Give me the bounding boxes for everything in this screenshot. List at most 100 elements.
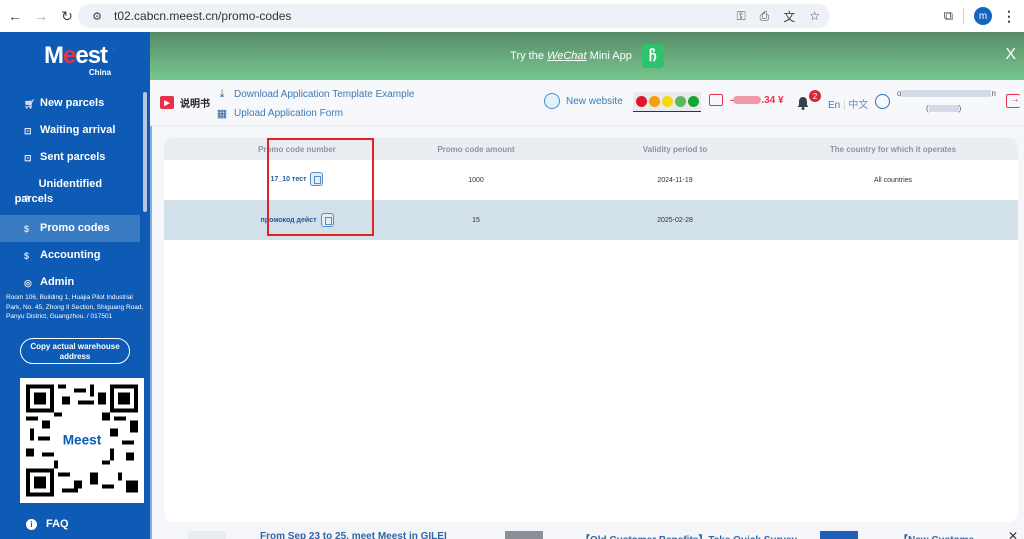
- promo-codes-card: Promo code number Promo code amount Vali…: [164, 138, 1018, 522]
- news-thumbnail: [188, 531, 226, 539]
- manual-link[interactable]: ▶ 说明书: [160, 95, 210, 110]
- content-edge: [150, 80, 152, 539]
- sidebar-item-unidentified-parcels[interactable]: ? Unidentified parcels: [0, 171, 140, 215]
- status-dot: [635, 96, 647, 107]
- site-info-icon[interactable]: ⚙: [86, 10, 108, 23]
- logout-icon[interactable]: →: [1006, 94, 1020, 108]
- translate-icon[interactable]: 文: [783, 8, 795, 25]
- user-icon[interactable]: [875, 94, 890, 109]
- sidebar-item-waiting-arrival[interactable]: ⊡ Waiting arrival: [0, 117, 140, 144]
- cell-blank: [164, 160, 224, 200]
- balance-redacted: [733, 96, 762, 105]
- column-header-validity: Validity period to: [582, 138, 768, 160]
- lang-zh[interactable]: 中文: [848, 100, 868, 111]
- sidebar-item-promo-codes[interactable]: $ Promo codes: [0, 215, 140, 242]
- user-circle-icon: ◎: [24, 278, 32, 288]
- language-switch[interactable]: En | 中文: [828, 96, 868, 111]
- news-item[interactable]: From Sep 23 to 25, meet Meest in GILEI: [260, 531, 447, 539]
- table-row: промокод дейст 15 2025-02-28: [164, 200, 1018, 240]
- sidebar-item-label: New parcels: [40, 97, 105, 109]
- download-template-link[interactable]: ⤓ Download Application Template Example: [216, 85, 415, 104]
- bookmark-star-icon[interactable]: ☆: [809, 9, 820, 23]
- browser-menu-icon[interactable]: ⋮: [1002, 8, 1016, 25]
- sidebar-item-admin[interactable]: ◎ Admin: [0, 269, 140, 296]
- sidebar-scrollbar[interactable]: [143, 92, 147, 212]
- cell-code: промокод дейст: [224, 200, 370, 240]
- dollar-circle-icon: $: [24, 251, 30, 261]
- news-thumbnail: [820, 531, 858, 539]
- svg-text:Meest: Meest: [63, 433, 102, 448]
- cell-code: 17_10 тест: [224, 160, 370, 200]
- copy-address-button[interactable]: Copy actual warehouse address: [20, 338, 130, 364]
- sidebar-item-accounting[interactable]: $ Accounting: [0, 242, 140, 269]
- extensions-puzzle-icon[interactable]: ⧉: [944, 8, 953, 24]
- password-key-icon[interactable]: ⚿: [736, 9, 745, 24]
- qr-code-graphic: Meest: [26, 384, 138, 497]
- sidebar-item-label: Accounting: [40, 249, 101, 261]
- download-icon: ⤓: [219, 88, 225, 100]
- sidebar-item-sent-parcels[interactable]: ⊡ Sent parcels: [0, 144, 140, 171]
- wechat-banner: Try the WeChat Mini App ჩ X: [150, 32, 1024, 80]
- new-website-label: New website: [566, 95, 623, 107]
- promo-code: промокод дейст: [260, 216, 317, 224]
- faq-label: FAQ: [46, 518, 69, 530]
- inbox-download-icon: ⊡: [24, 126, 32, 136]
- reload-button[interactable]: ↻: [56, 5, 78, 27]
- notification-badge: 2: [809, 90, 821, 102]
- toolbar-divider: [963, 8, 964, 24]
- status-dot: [648, 96, 660, 107]
- copy-icon[interactable]: [320, 213, 334, 227]
- faq-link[interactable]: i FAQ: [26, 518, 69, 530]
- banner-close-button[interactable]: X: [1005, 46, 1016, 64]
- meest-logo[interactable]: Meest › China: [44, 42, 115, 77]
- table-row: 17_10 тест 1000 2024-11-19 All countries: [164, 160, 1018, 200]
- news-item[interactable]: 【Old Customer Benefits】Take Quick Survey: [580, 531, 797, 539]
- balance-suffix: .34 ¥: [761, 95, 784, 106]
- logo-text: Meest: [44, 42, 108, 69]
- inbox-upload-icon: ⊡: [24, 153, 32, 163]
- install-app-icon[interactable]: ⎙: [760, 9, 770, 24]
- column-header-blank: [164, 138, 224, 160]
- qr-code: Meest: [20, 378, 144, 503]
- globe-icon: [544, 93, 560, 109]
- news-item[interactable]: 【New Custome: [898, 531, 974, 539]
- logo-subtitle: China: [88, 68, 112, 77]
- column-header-country: The country for which it operates: [768, 138, 1018, 160]
- url-text[interactable]: t02.cabcn.meest.cn/promo-codes: [114, 9, 291, 23]
- news-ticker: From Sep 23 to 25, meet Meest in GILEI 【…: [150, 528, 1024, 539]
- back-button[interactable]: ←: [4, 5, 26, 27]
- logo-arrow-icon: ›: [111, 44, 116, 55]
- bell-icon[interactable]: [796, 96, 810, 110]
- wechat-link[interactable]: WeChat: [547, 50, 587, 62]
- copy-icon[interactable]: [310, 172, 324, 186]
- profile-avatar[interactable]: m: [974, 7, 992, 25]
- info-icon: i: [26, 518, 37, 530]
- lang-en[interactable]: En: [828, 100, 840, 111]
- cart-icon: 🛒︎: [24, 99, 36, 109]
- cell-validity: 2024-11-19: [582, 160, 768, 200]
- news-close-button[interactable]: ✕: [1008, 529, 1018, 539]
- video-play-icon: ▶: [160, 96, 174, 109]
- status-dot: [674, 96, 686, 107]
- manual-label: 说明书: [180, 99, 210, 110]
- sidebar-item-label: Sent parcels: [40, 151, 106, 163]
- user-name[interactable]: on: [897, 89, 996, 98]
- cell-country: All countries: [768, 160, 1018, 200]
- dollar-circle-icon: $: [24, 224, 30, 234]
- user-id: (): [926, 104, 961, 113]
- promo-code: 17_10 тест: [270, 175, 307, 183]
- wallet-icon[interactable]: [709, 94, 723, 106]
- new-website-link[interactable]: New website: [544, 93, 623, 109]
- cell-amount: 15: [370, 200, 582, 240]
- mini-app-icon[interactable]: ჩ: [641, 44, 664, 68]
- sidebar-item-new-parcels[interactable]: 🛒︎ New parcels: [0, 90, 140, 117]
- forward-button[interactable]: →: [30, 5, 52, 27]
- banner-text-after: Mini App: [586, 50, 632, 62]
- upload-form-link[interactable]: ▦ Upload Application Form: [216, 104, 414, 123]
- download-template-label: Download Application Template Example: [234, 89, 415, 100]
- user-name-end: n: [991, 89, 996, 98]
- cell-country: [768, 200, 1018, 240]
- cell-blank: [164, 200, 224, 240]
- status-indicator[interactable]: [633, 92, 701, 112]
- address-bar[interactable]: ⚙ t02.cabcn.meest.cn/promo-codes ⚿ ⎙ 文 ☆: [78, 4, 830, 28]
